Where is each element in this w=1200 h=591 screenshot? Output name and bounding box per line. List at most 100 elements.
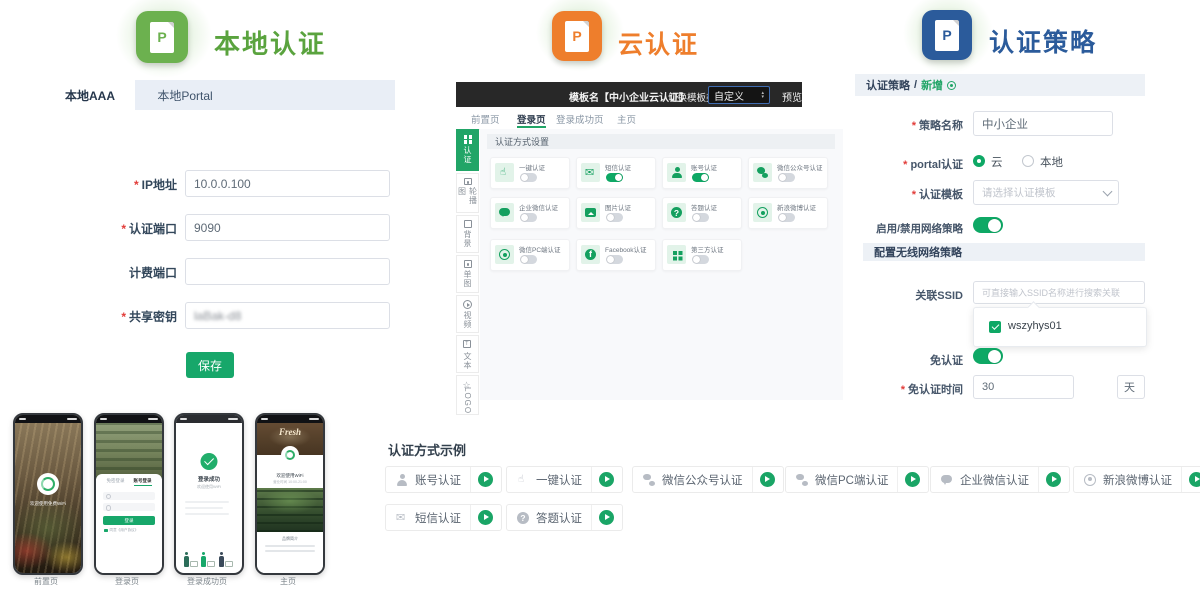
success-title: 登录成功 [176, 475, 242, 483]
policy-name-label: *策略名称 [855, 117, 963, 133]
acct-port-input[interactable] [185, 258, 390, 285]
radio-cloud-label[interactable]: 云 [991, 154, 1003, 170]
phone-status-bar [176, 415, 242, 423]
examples-title: 认证方式示例 [388, 440, 466, 459]
method-toggle[interactable] [520, 213, 537, 222]
method-toggle[interactable] [520, 255, 537, 264]
sidebar-item-carousel[interactable]: 轮播图 [456, 173, 479, 213]
method-toggle[interactable] [692, 213, 709, 222]
brand-logo [281, 446, 299, 464]
ssid-label: 关联SSID [855, 287, 963, 303]
method-card-one-key: 一键认证 [490, 157, 570, 189]
ip-label: *IP地址 [45, 176, 177, 193]
method-toggle[interactable] [692, 255, 709, 264]
login-field [103, 503, 155, 511]
login-tab-active: 账号登录 [134, 478, 152, 486]
sms-icon [396, 512, 408, 524]
free-auth-toggle[interactable] [973, 348, 1003, 364]
play-icon[interactable] [478, 472, 493, 487]
radio-local[interactable] [1022, 155, 1034, 167]
play-icon[interactable] [1189, 472, 1200, 487]
tab-home-page[interactable]: 主页 [617, 112, 636, 126]
example-account[interactable]: 账号认证 [385, 466, 502, 493]
sidebar-item-video[interactable]: 视频 [456, 295, 479, 333]
method-toggle[interactable] [692, 173, 709, 182]
auth-template-select[interactable]: 请选择认证模板 [973, 180, 1119, 205]
brand-text: Fresh [257, 427, 323, 437]
portal-doc-icon: P [935, 20, 959, 51]
policy-breadcrumb: 认证策略 / 新增 [855, 74, 1145, 96]
enable-policy-toggle[interactable] [973, 217, 1003, 233]
example-one-key[interactable]: 一键认证 [506, 466, 623, 493]
example-quiz[interactable]: 答题认证 [506, 504, 623, 531]
tab-local-portal[interactable]: 本地Portal [135, 80, 235, 110]
method-toggle[interactable] [520, 173, 537, 182]
welcome-band: 欢迎使用WiFi 营业时间 10:00-21:00 [257, 464, 323, 488]
phone-login-success-page: 登录成功 欢迎使用WiFi [174, 413, 244, 575]
sidebar-item-auth[interactable]: 认证 [456, 129, 479, 171]
play-icon[interactable] [599, 510, 614, 525]
cloud-auth-title: 云认证 [618, 25, 699, 61]
method-toggle[interactable] [778, 173, 795, 182]
editor-tabbar [456, 107, 843, 130]
sidebar-item-background[interactable]: 背景 [456, 215, 479, 253]
page: P 本地 认证 本地AAA 本地Portal *IP地址 10.0.0.100 *… [0, 0, 1200, 591]
play-icon[interactable] [478, 510, 493, 525]
login-field [103, 492, 155, 500]
weibo-icon [753, 203, 772, 222]
tab-login-page[interactable]: 登录页 [517, 112, 546, 126]
ssid-option[interactable]: wszyhys01 [1008, 320, 1062, 332]
play-icon[interactable] [760, 472, 775, 487]
question-icon [667, 203, 686, 222]
login-panel: 免密登录 账号登录 登录 同意《用户协议》 [96, 474, 162, 573]
method-toggle[interactable] [606, 255, 623, 264]
play-icon[interactable] [599, 472, 614, 487]
acct-port-label: 计费端口 [45, 264, 177, 281]
ssid-search-input[interactable]: 可直接输入SSID名称进行搜索关联 [973, 281, 1145, 304]
example-sms[interactable]: 短信认证 [385, 504, 502, 531]
sidebar-item-single-image[interactable]: 单图 [456, 255, 479, 293]
method-toggle[interactable] [606, 173, 623, 182]
store-photo [96, 415, 162, 479]
example-wecom[interactable]: 企业微信认证 [930, 466, 1070, 493]
auth-policy-icon: P [922, 10, 972, 60]
tab-front-page[interactable]: 前置页 [471, 112, 500, 126]
play-icon[interactable] [1046, 472, 1061, 487]
wechat-pc-icon [495, 245, 514, 264]
sidebar-item-logo[interactable]: LOGO [456, 375, 479, 415]
ip-input[interactable]: 10.0.0.100 [185, 170, 390, 197]
ssid-checkbox[interactable] [989, 321, 1001, 333]
cart-illustration [207, 561, 215, 568]
auth-methods-section-title: 认证方式设置 [487, 134, 835, 149]
radio-local-label[interactable]: 本地 [1040, 154, 1063, 170]
tab-local-aaa[interactable]: 本地AAA [45, 80, 135, 110]
policy-name-input[interactable]: 中小企业 [973, 111, 1113, 136]
sms-icon [581, 163, 600, 182]
method-card-account: 账号认证 [662, 157, 742, 189]
template-type-select[interactable]: 自定义 ▴▾ [708, 86, 770, 104]
cart-illustration [190, 561, 198, 568]
phone-caption: 登录成功页 [172, 576, 242, 587]
tab-login-success-page[interactable]: 登录成功页 [556, 112, 604, 126]
secret-input[interactable]: laBak-d8 [185, 302, 390, 329]
example-wechat-pc[interactable]: 微信PC端认证 [785, 466, 929, 493]
free-time-input[interactable]: 30 [973, 375, 1074, 399]
method-toggle[interactable] [606, 213, 623, 222]
figure-illustration [184, 556, 189, 567]
breadcrumb-root[interactable]: 认证策略 [866, 77, 910, 93]
preview-button[interactable]: 预览 [782, 89, 802, 104]
sidebar-item-text[interactable]: 文本 [456, 335, 479, 373]
example-weibo[interactable]: 新浪微博认证 [1073, 466, 1200, 493]
save-button[interactable]: 保存 [186, 352, 234, 378]
auth-template-label: *认证模板 [855, 186, 963, 202]
free-auth-label: 免认证 [855, 352, 963, 368]
wecom-icon [941, 474, 953, 486]
play-icon[interactable] [905, 472, 920, 487]
auth-policy-title: 认证策略 [989, 23, 1097, 59]
example-wechat-official[interactable]: 微信公众号认证 [632, 466, 784, 493]
method-toggle[interactable] [778, 213, 795, 222]
thirdparty-icon [667, 245, 686, 264]
radio-cloud[interactable] [973, 155, 985, 167]
auth-port-input[interactable]: 9090 [185, 214, 390, 241]
secret-label: *共享密钥 [45, 308, 177, 325]
